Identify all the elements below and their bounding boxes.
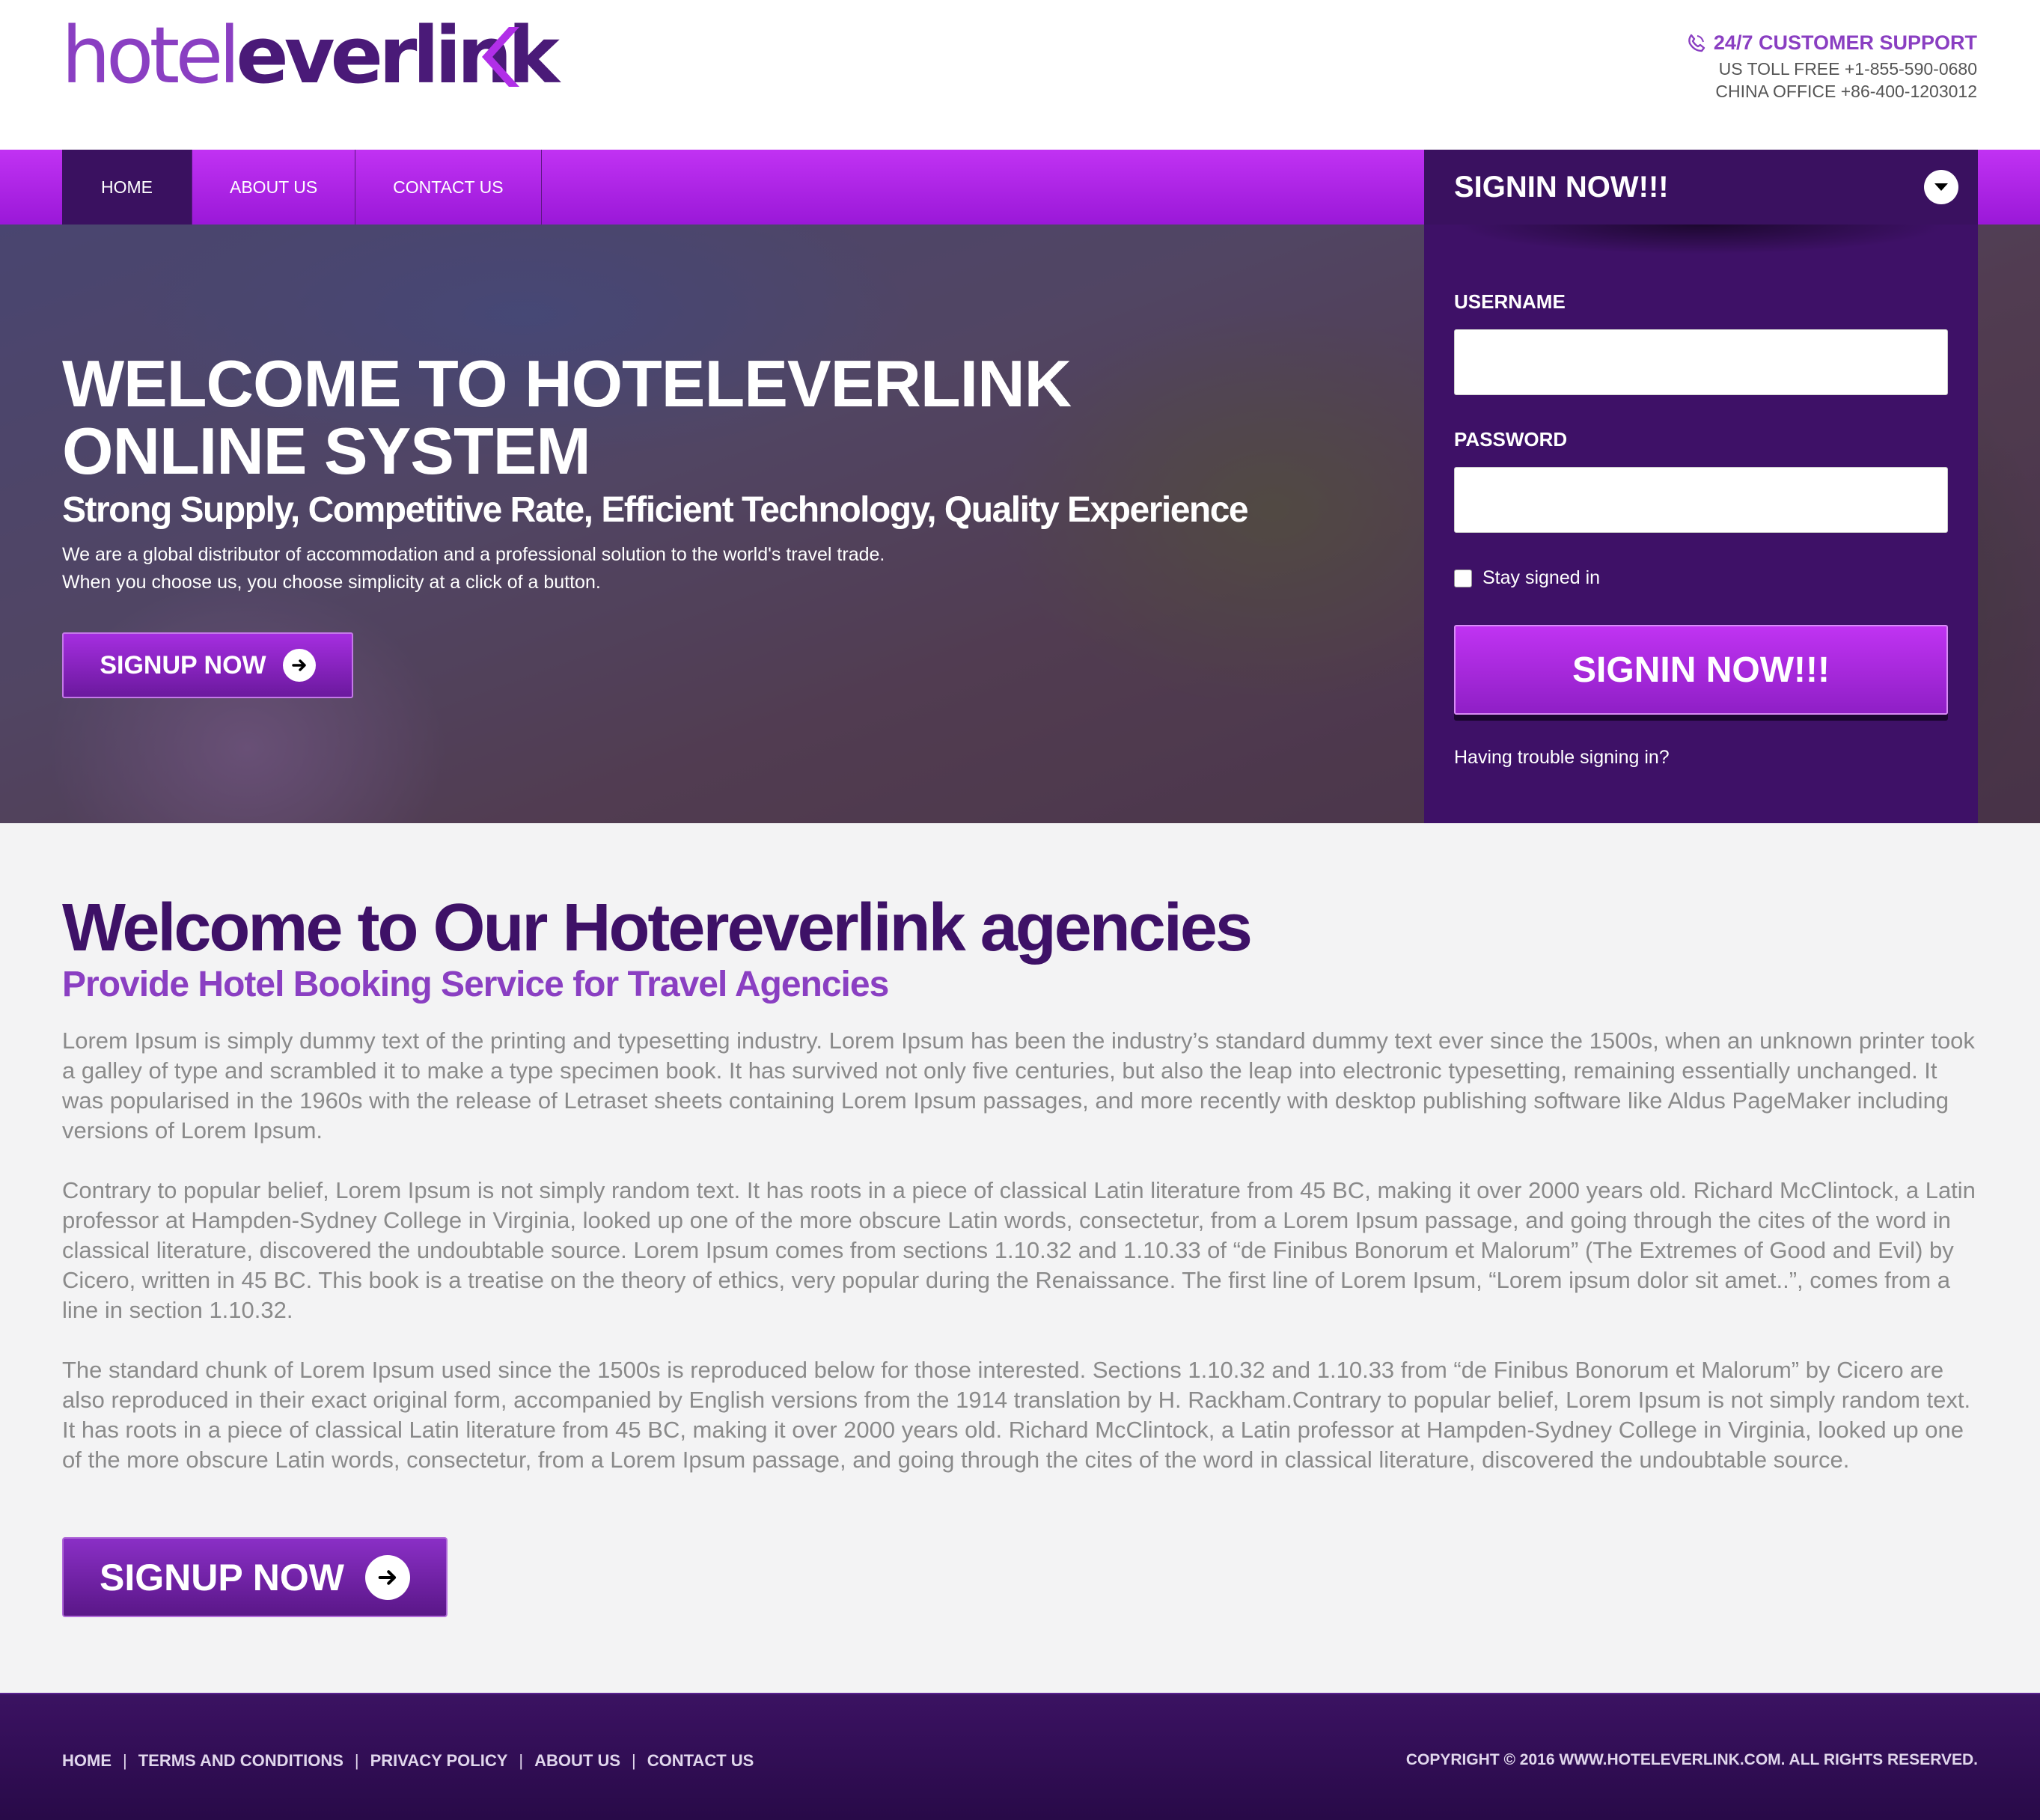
main-content: Welcome to Our Hotereverlink agencies Pr… <box>62 891 1978 1475</box>
hero-text: WELCOME TO HOTELEVERLINK ONLINE SYSTEM S… <box>62 350 1274 596</box>
site-header: hoteleverlink 24/7 CUSTOMER SUPPORT US T… <box>0 0 2040 150</box>
nav-item-about-us[interactable]: ABOUT US <box>192 150 356 225</box>
hero-desc-line-2: When you choose us, you choose simplicit… <box>62 572 601 593</box>
password-label: PASSWORD <box>1454 428 1568 451</box>
footer-link-about-us[interactable]: ABOUT US <box>534 1751 620 1771</box>
footer-separator: | <box>123 1751 127 1770</box>
phone-icon <box>1688 34 1705 52</box>
stay-signed-in[interactable]: Stay signed in <box>1454 567 1600 589</box>
footer-link-privacy[interactable]: PRIVACY POLICY <box>370 1751 508 1771</box>
username-input[interactable] <box>1454 329 1948 395</box>
hero-title: WELCOME TO HOTELEVERLINK ONLINE SYSTEM <box>62 346 1072 488</box>
hero-desc-line-1: We are a global distributor of accommoda… <box>62 544 885 565</box>
arrow-right-icon <box>364 1554 410 1600</box>
footer-link-terms[interactable]: TERMS AND CONDITIONS <box>138 1751 343 1771</box>
password-input[interactable] <box>1454 467 1948 533</box>
content-paragraph-1: Lorem Ipsum is simply dummy text of the … <box>62 1027 1975 1143</box>
trouble-signing-in-link[interactable]: Having trouble signing in? <box>1454 747 1670 769</box>
nav-item-home[interactable]: HOME <box>62 150 192 225</box>
china-office: CHINA OFFICE +86-400-1203012 <box>1715 81 1977 101</box>
stay-signed-in-label: Stay signed in <box>1482 567 1601 588</box>
footer-link-home[interactable]: HOME <box>62 1751 112 1771</box>
content-signup-label: SIGNUP NOW <box>100 1556 344 1598</box>
content-title: Welcome to Our Hotereverlink agencies <box>62 891 1253 965</box>
nav-items: HOME ABOUT US CONTACT US <box>62 150 542 225</box>
footer-separator: | <box>632 1751 636 1770</box>
signin-collapse-button[interactable] <box>1924 170 1958 204</box>
footer-links: HOME | TERMS AND CONDITIONS | PRIVACY PO… <box>62 1751 754 1771</box>
hero-signup-button[interactable]: SIGNUP NOW <box>62 632 353 698</box>
copyright: COPYRIGHT © 2016 WWW.HOTELEVERLINK.COM. … <box>1405 1751 1978 1768</box>
hero-signup-label: SIGNUP NOW <box>100 650 266 680</box>
content-paragraph-2: Contrary to popular belief, Lorem Ipsum … <box>62 1177 1976 1323</box>
signin-heading: SIGNIN NOW!!! <box>1454 170 1669 204</box>
site-footer: HOME | TERMS AND CONDITIONS | PRIVACY PO… <box>0 1693 2040 1820</box>
footer-link-contact-us[interactable]: CONTACT US <box>647 1751 754 1771</box>
logo-chevron-icon <box>482 27 519 87</box>
signin-panel: SIGNIN NOW!!! USERNAME PASSWORD Stay sig… <box>1424 150 1978 823</box>
chevron-down-icon <box>1934 183 1948 191</box>
username-label: USERNAME <box>1454 290 1566 313</box>
signin-button[interactable]: SIGNIN NOW!!! <box>1454 625 1948 715</box>
stay-signed-in-checkbox[interactable] <box>1454 569 1472 587</box>
logo-text-hotel: hotel <box>61 10 240 101</box>
footer-separator: | <box>519 1751 524 1770</box>
content-signup-button[interactable]: SIGNUP NOW <box>62 1537 448 1617</box>
hero-description: We are a global distributor of accommoda… <box>62 541 1274 596</box>
us-toll-free: US TOLL FREE +1-855-590-0680 <box>1718 59 1977 79</box>
arrow-right-icon <box>282 649 316 682</box>
content-paragraph-3: The standard chunk of Lorem Ipsum used s… <box>62 1357 1971 1473</box>
content-subtitle: Provide Hotel Booking Service for Travel… <box>62 965 889 1004</box>
footer-separator: | <box>354 1751 359 1770</box>
signin-header-shadow <box>1454 225 1948 254</box>
support-title: 24/7 CUSTOMER SUPPORT <box>1713 31 1977 54</box>
hero-subtitle: Strong Supply, Competitive Rate, Efficie… <box>62 490 1249 530</box>
signin-header: SIGNIN NOW!!! <box>1424 150 1978 225</box>
customer-support: 24/7 CUSTOMER SUPPORT US TOLL FREE +1-85… <box>1687 31 1977 102</box>
nav-item-contact-us[interactable]: CONTACT US <box>355 150 542 225</box>
